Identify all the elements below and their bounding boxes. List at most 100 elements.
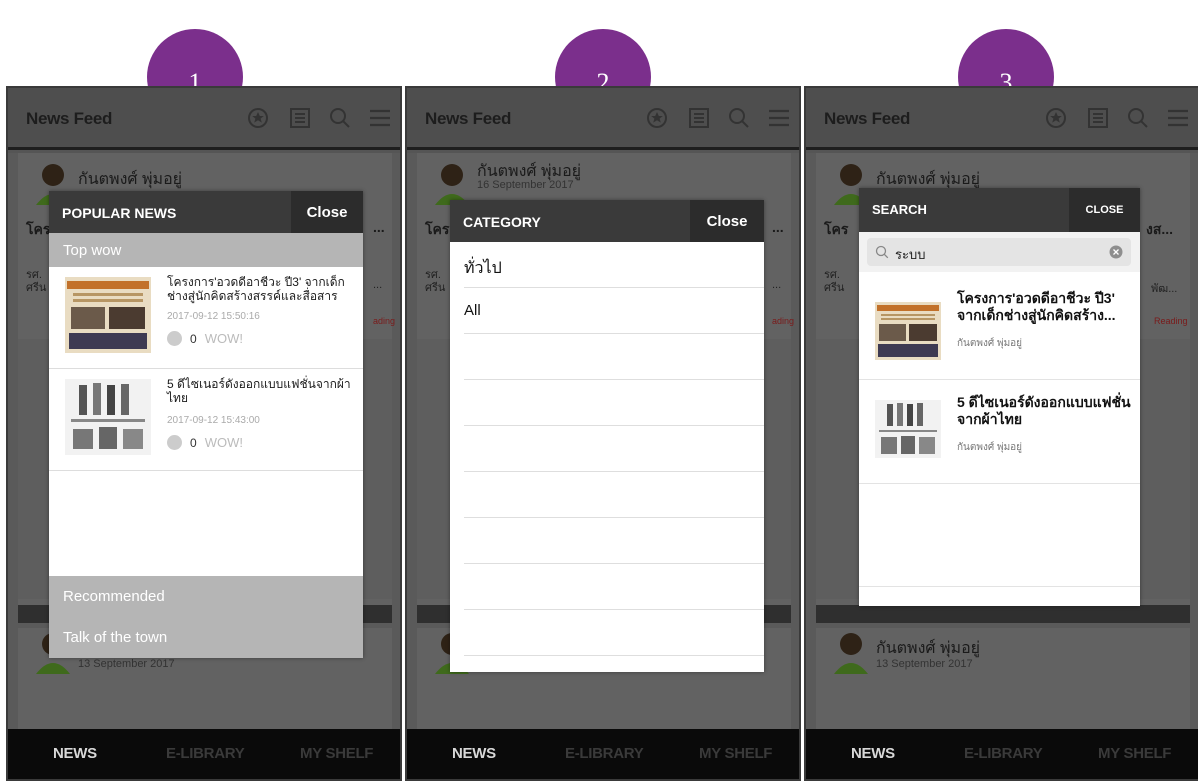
section-recommended[interactable]: Recommended xyxy=(49,576,363,617)
wow-count: 0 xyxy=(190,435,197,450)
close-button[interactable]: CLOSE xyxy=(1069,188,1140,232)
card-title-fragment: ... xyxy=(373,219,385,235)
app-title: News Feed xyxy=(26,109,113,128)
nav-e-library[interactable]: E-LIBRARY xyxy=(964,745,1043,762)
nav-my-shelf[interactable]: MY SHELF xyxy=(300,745,373,762)
news-thumbnail xyxy=(65,379,151,455)
list-item[interactable]: โครงการ'อวดดีอาชีวะ ปี3' จากเด็กช่างสู่น… xyxy=(49,267,363,369)
divider xyxy=(859,586,1140,587)
star-badge-icon[interactable] xyxy=(645,106,669,130)
top-bar: News Feed xyxy=(407,88,799,150)
menu-icon[interactable] xyxy=(767,106,791,130)
search-icon xyxy=(875,245,889,259)
modal-title: SEARCH xyxy=(872,202,927,217)
card-date: 13 September 2017 xyxy=(876,658,973,670)
result-title: โครงการ'อวดดีอาชีวะ ปี3' จากเด็กช่างสู่น… xyxy=(957,290,1116,323)
category-modal: CATEGORY Close ทั่วไป All xyxy=(450,200,764,672)
bottom-nav: NEWS E-LIBRARY MY SHELF xyxy=(407,729,799,779)
search-result[interactable]: โครงการ'อวดดีอาชีวะ ปี3' จากเด็กช่างสู่น… xyxy=(859,276,1140,380)
news-title: 5 ดีไซเนอร์ดังออกแบบแฟชั่นจากผ้าไทย xyxy=(167,377,351,405)
section-talk-of-the-town[interactable]: Talk of the town xyxy=(49,617,363,658)
read-more-link[interactable]: ading xyxy=(373,316,395,326)
phone-screen-popular: News Feed กันตพงศ์ พุ่มอยู่ โคร ... รศ. … xyxy=(6,86,402,781)
library-icon[interactable] xyxy=(288,106,312,130)
phone-screen-search: News Feed กันตพงศ์ พุ่มอยู่ โคร งส... รศ… xyxy=(804,86,1198,781)
read-more-link[interactable]: ading xyxy=(772,316,794,326)
bottom-nav: NEWS E-LIBRARY MY SHELF xyxy=(8,729,400,779)
library-icon[interactable] xyxy=(687,106,711,130)
read-more-link[interactable]: Reading xyxy=(1154,316,1188,326)
empty-row xyxy=(464,380,764,426)
wow-label: WOW! xyxy=(204,331,243,346)
search-modal: SEARCH CLOSE ระบบ โครงการ'อวดดีอาชีวะ ปี… xyxy=(859,188,1140,606)
card-title-fragment: งส... xyxy=(1146,221,1174,237)
news-thumbnail xyxy=(65,277,151,353)
wow-counter[interactable]: 0 WOW! xyxy=(167,435,243,450)
close-button[interactable]: Close xyxy=(291,191,363,233)
search-bar-container: ระบบ xyxy=(859,232,1140,272)
card-sub-fragment: ศรีน xyxy=(425,282,446,294)
card-action-bar xyxy=(816,605,1190,623)
star-badge-icon[interactable] xyxy=(246,106,270,130)
list-item[interactable]: 5 ดีไซเนอร์ดังออกแบบแฟชั่นจากผ้าไทย 2017… xyxy=(49,369,363,471)
wow-counter[interactable]: 0 WOW! xyxy=(167,331,243,346)
empty-row xyxy=(464,518,764,564)
wow-icon xyxy=(167,435,182,450)
feed-card: กันตพงศ์ พุ่มอยู่ 13 September 2017 xyxy=(816,628,1190,738)
top-bar: News Feed xyxy=(806,88,1198,150)
news-thumbnail xyxy=(875,400,941,458)
empty-row xyxy=(464,472,764,518)
library-icon[interactable] xyxy=(1086,106,1110,130)
avatar-icon xyxy=(834,633,868,674)
empty-row xyxy=(464,426,764,472)
result-author: กันตพงศ์ พุ่มอยู่ xyxy=(957,338,1023,349)
popular-news-modal: POPULAR NEWS Close Top wow โครงการ'อวดดี… xyxy=(49,191,363,658)
nav-my-shelf[interactable]: MY SHELF xyxy=(699,745,772,762)
nav-e-library[interactable]: E-LIBRARY xyxy=(565,745,644,762)
empty-row xyxy=(464,334,764,380)
result-title: 5 ดีไซเนอร์ดังออกแบบแฟชั่นจากผ้าไทย xyxy=(957,394,1131,427)
search-icon[interactable] xyxy=(328,106,352,130)
star-badge-icon[interactable] xyxy=(1044,106,1068,130)
wow-label: WOW! xyxy=(204,435,243,450)
clear-icon[interactable] xyxy=(1109,245,1123,259)
card-title-fragment: โคร xyxy=(425,221,450,237)
menu-icon[interactable] xyxy=(368,106,392,130)
app-title: News Feed xyxy=(425,109,512,128)
modal-title: POPULAR NEWS xyxy=(62,205,177,221)
search-icon[interactable] xyxy=(727,106,751,130)
card-date: 13 September 2017 xyxy=(78,658,175,670)
wow-count: 0 xyxy=(190,331,197,346)
search-icon[interactable] xyxy=(1126,106,1150,130)
empty-row xyxy=(464,564,764,610)
news-date: 2017-09-12 15:50:16 xyxy=(167,311,260,322)
category-item[interactable]: ทั่วไป xyxy=(464,242,764,288)
nav-news[interactable]: NEWS xyxy=(53,745,97,762)
avatar-icon xyxy=(435,164,469,205)
card-date: 16 September 2017 xyxy=(477,179,574,191)
nav-news[interactable]: NEWS xyxy=(851,745,895,762)
app-title: News Feed xyxy=(824,109,911,128)
top-bar: News Feed xyxy=(8,88,400,150)
close-button[interactable]: Close xyxy=(690,200,764,242)
card-sub-fragment: ศรีน xyxy=(824,282,845,294)
search-result[interactable]: 5 ดีไซเนอร์ดังออกแบบแฟชั่นจากผ้าไทย กันต… xyxy=(859,380,1140,484)
empty-row xyxy=(464,610,764,656)
phone-screen-category: News Feed กันตพงศ์ พุ่มอยู่ 16 September… xyxy=(405,86,801,781)
search-input[interactable]: ระบบ xyxy=(867,238,1131,266)
search-query: ระบบ xyxy=(895,247,926,262)
menu-icon[interactable] xyxy=(1166,106,1190,130)
card-sub-fragment: ศรีน xyxy=(26,282,47,294)
bottom-nav: NEWS E-LIBRARY MY SHELF xyxy=(806,729,1198,779)
card-author: กันตพงศ์ พุ่มอยู่ xyxy=(78,171,183,188)
section-top-wow[interactable]: Top wow xyxy=(49,233,363,267)
nav-news[interactable]: NEWS xyxy=(452,745,496,762)
news-thumbnail xyxy=(875,302,941,360)
category-item[interactable]: All xyxy=(464,288,764,334)
result-author: กันตพงศ์ พุ่มอยู่ xyxy=(957,442,1023,453)
news-date: 2017-09-12 15:43:00 xyxy=(167,415,260,426)
nav-my-shelf[interactable]: MY SHELF xyxy=(1098,745,1171,762)
card-title-fragment: โคร xyxy=(824,221,849,237)
card-sub-fragment: พัฒ... xyxy=(1151,283,1178,295)
nav-e-library[interactable]: E-LIBRARY xyxy=(166,745,245,762)
